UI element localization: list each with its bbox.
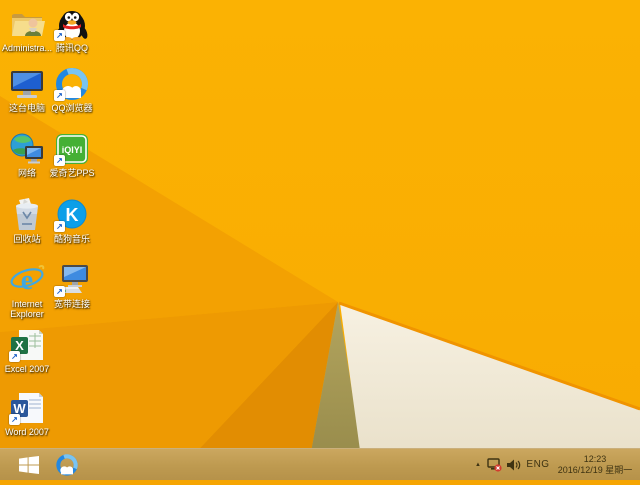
clock-date: 2016/12/19 星期一 bbox=[558, 465, 633, 476]
desktop-icon-excel-2007[interactable]: X ↗ Excel 2007 bbox=[0, 328, 54, 374]
desktop-icon-qq-browser[interactable]: ↗ QQ浏览器 bbox=[45, 67, 99, 113]
computer-icon bbox=[9, 67, 45, 101]
internet-explorer-icon: e bbox=[9, 263, 45, 297]
shortcut-arrow-icon: ↗ bbox=[54, 155, 65, 166]
administrator-folder-icon bbox=[9, 7, 45, 41]
desktop-icon-word-2007[interactable]: W ↗ Word 2007 bbox=[0, 391, 54, 437]
shortcut-arrow-icon: ↗ bbox=[54, 90, 65, 101]
svg-text:iQIYI: iQIYI bbox=[62, 145, 83, 155]
system-tray: ▲ ENG 12:23 2016/12/19 星期一 bbox=[471, 449, 640, 480]
excel-icon: X ↗ bbox=[9, 328, 45, 362]
shortcut-arrow-icon: ↗ bbox=[54, 221, 65, 232]
desktop-icon-kugou-music[interactable]: K ↗ 酷狗音乐 bbox=[45, 198, 99, 244]
shortcut-arrow-icon: ↗ bbox=[54, 30, 65, 41]
taskbar: ▲ ENG 12:23 2016/12/19 星期一 bbox=[0, 448, 640, 480]
icon-label: Word 2007 bbox=[0, 427, 54, 437]
desktop-icon-broadband[interactable]: ↗ 宽带连接 bbox=[45, 263, 99, 309]
windows-logo-icon bbox=[19, 456, 39, 474]
clock[interactable]: 12:23 2016/12/19 星期一 bbox=[553, 449, 640, 480]
desktop-icon-iqiyi-pps[interactable]: iQIYI ↗ 爱奇艺PPS bbox=[45, 132, 99, 178]
qq-penguin-icon: ↗ bbox=[54, 7, 90, 41]
clock-time: 12:23 bbox=[558, 454, 633, 465]
desktop-icon-tencent-qq[interactable]: ↗ 腾讯QQ bbox=[45, 7, 99, 53]
qq-browser-icon: ↗ bbox=[54, 67, 90, 101]
word-icon: W ↗ bbox=[9, 391, 45, 425]
broadband-connection-icon: ↗ bbox=[54, 263, 90, 297]
shortcut-arrow-icon: ↗ bbox=[9, 351, 20, 362]
svg-text:K: K bbox=[66, 205, 79, 225]
shortcut-arrow-icon: ↗ bbox=[54, 286, 65, 297]
network-status-icon[interactable] bbox=[485, 449, 504, 480]
network-globe-icon bbox=[9, 132, 45, 166]
shortcut-arrow-icon: ↗ bbox=[9, 414, 20, 425]
recycle-bin-icon bbox=[9, 198, 45, 232]
icon-label: 爱奇艺PPS bbox=[45, 168, 99, 178]
icon-label: QQ浏览器 bbox=[45, 103, 99, 113]
kugou-icon: K ↗ bbox=[54, 198, 90, 232]
icon-label: 宽带连接 bbox=[45, 299, 99, 309]
icon-label: Excel 2007 bbox=[0, 364, 54, 374]
icon-label: 腾讯QQ bbox=[45, 43, 99, 53]
volume-icon[interactable] bbox=[504, 449, 523, 480]
iqiyi-icon: iQIYI ↗ bbox=[54, 132, 90, 166]
taskbar-qq-browser-button[interactable] bbox=[50, 449, 84, 480]
icon-label: 酷狗音乐 bbox=[45, 234, 99, 244]
qq-browser-icon bbox=[55, 453, 79, 477]
language-indicator[interactable]: ENG bbox=[523, 449, 553, 480]
show-hidden-icons-button[interactable]: ▲ bbox=[471, 449, 485, 480]
start-button[interactable] bbox=[8, 449, 50, 480]
